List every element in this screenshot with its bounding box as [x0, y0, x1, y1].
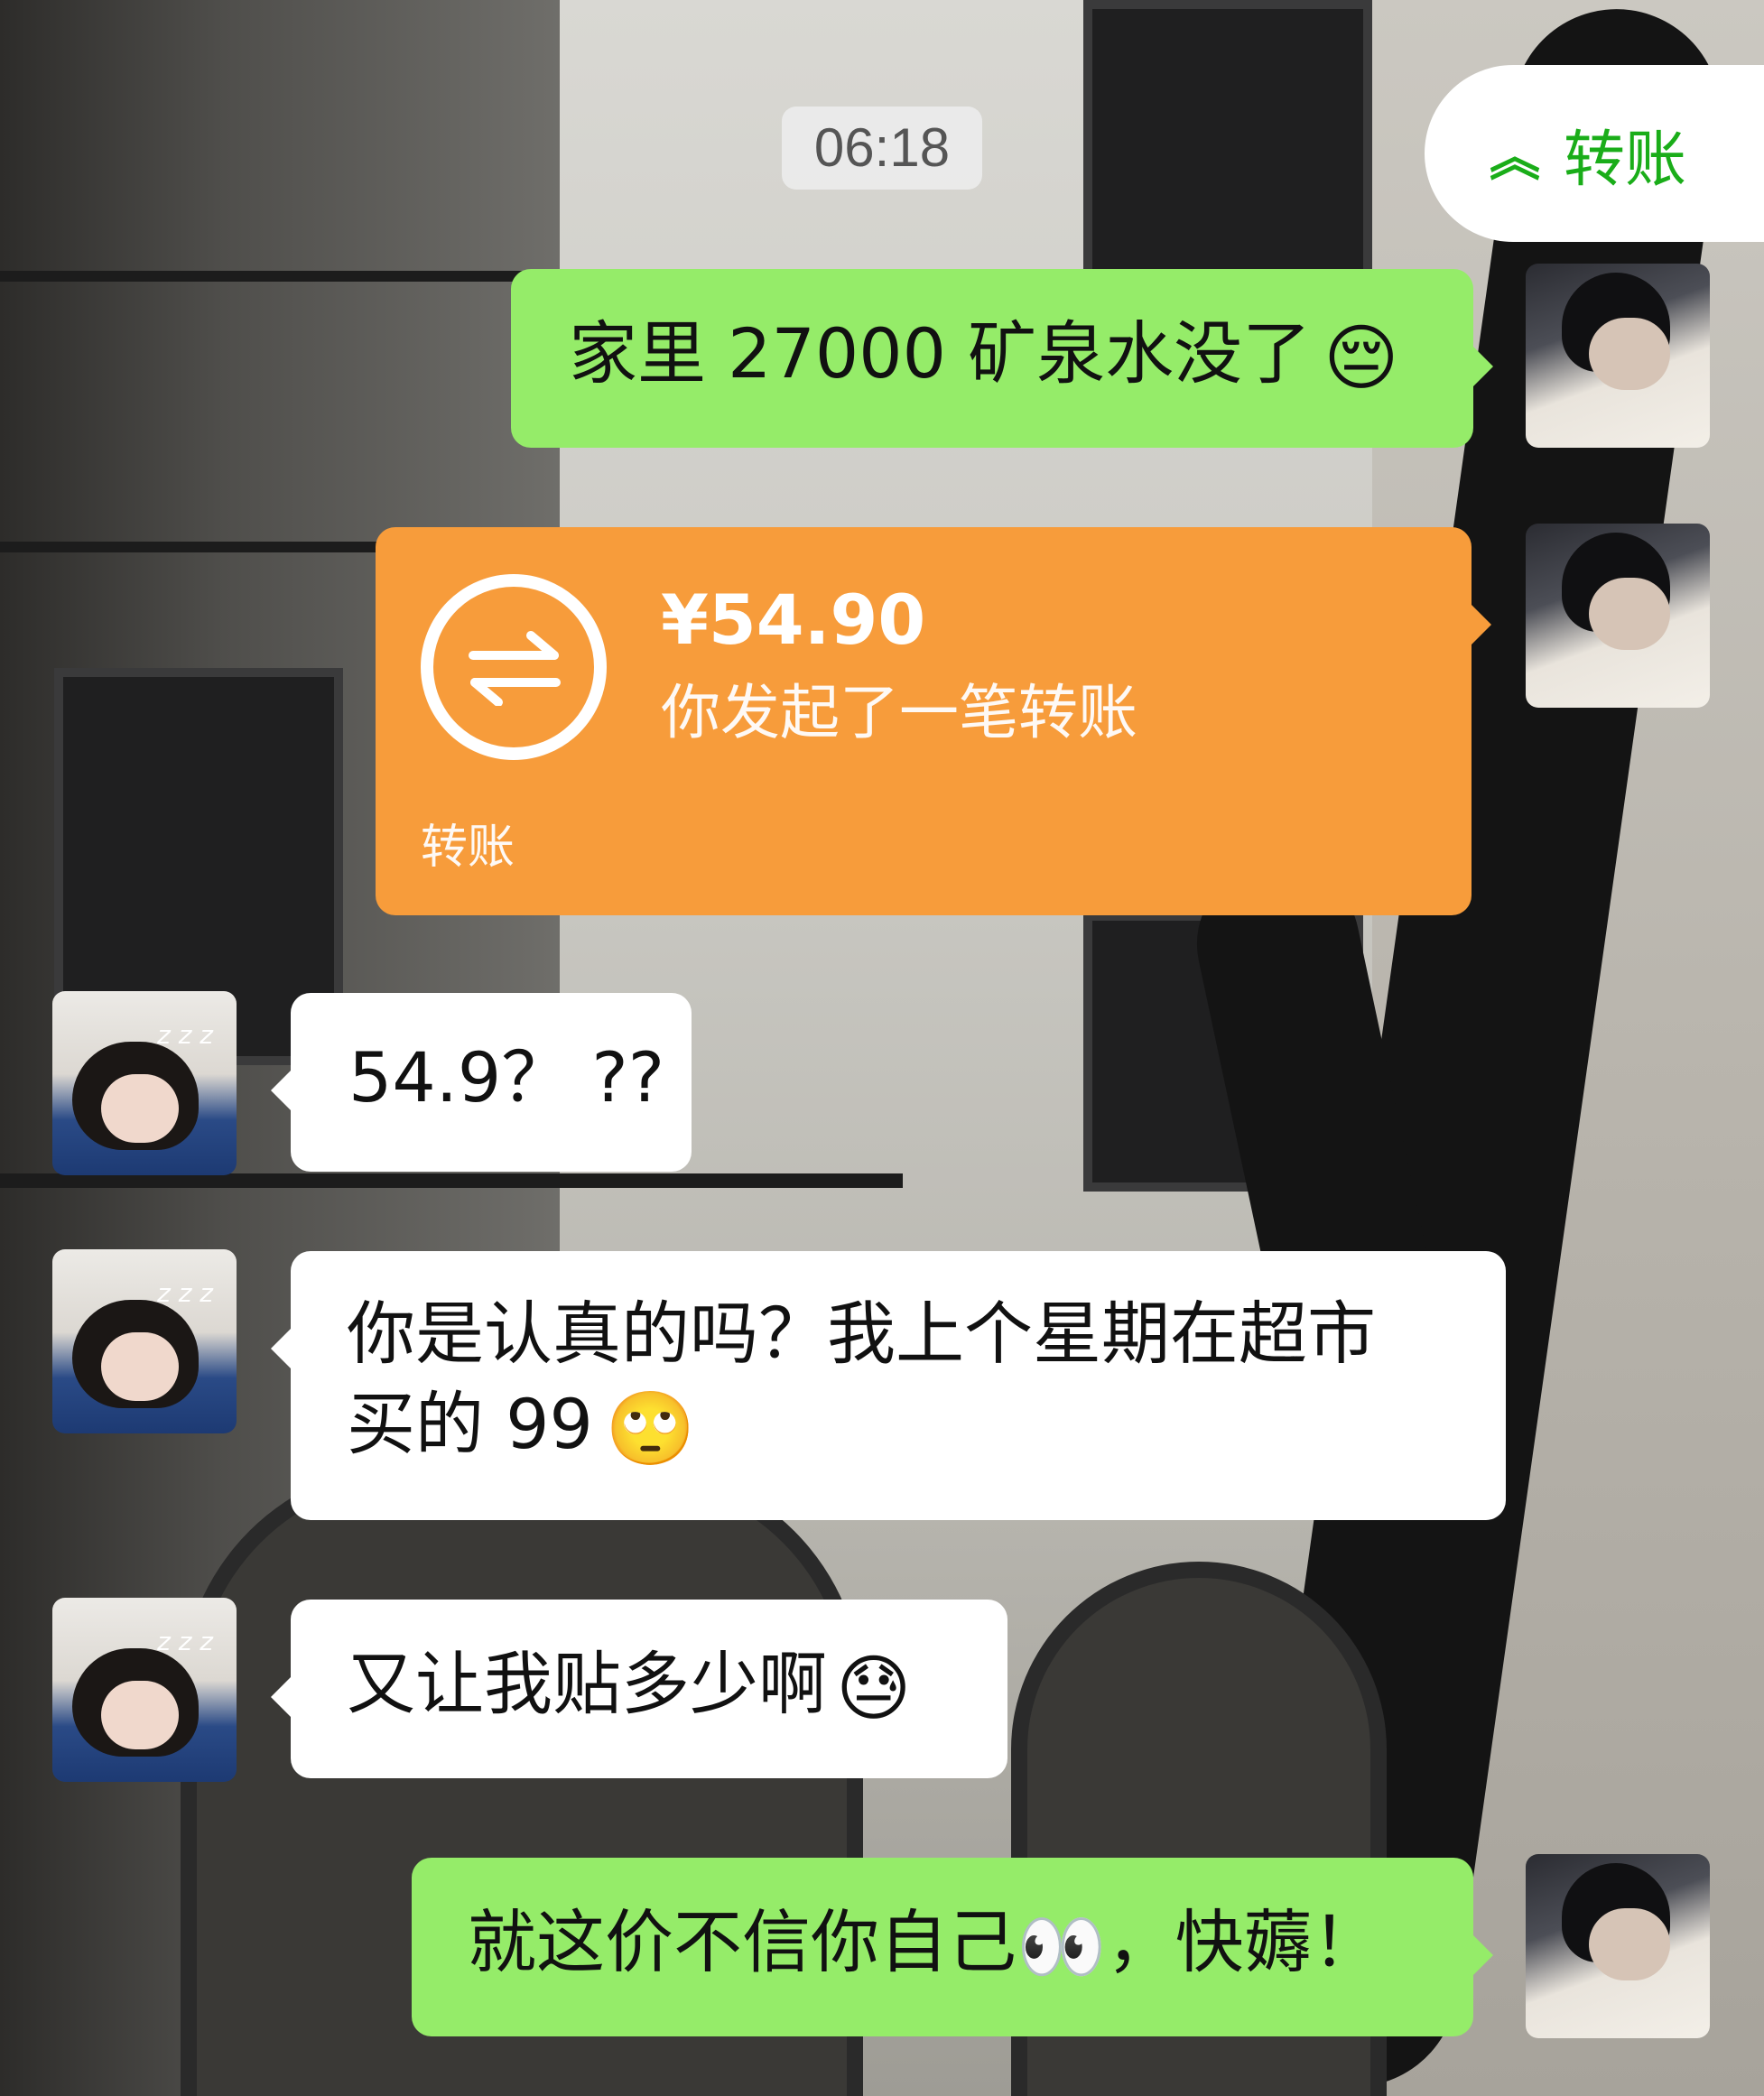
contact-avatar[interactable]: z z z	[52, 1598, 237, 1782]
transfer-shortcut-chip[interactable]: ︽ 转账	[1425, 65, 1764, 242]
eyes-emoji: 👀	[1017, 1905, 1107, 1989]
message-text: 就这价不信你自己	[468, 1902, 1017, 1982]
chevron-up-double-icon: ︽	[1490, 128, 1540, 188]
message-bubble-outgoing[interactable]: 家里 27000 矿泉水没了 😔	[511, 269, 1493, 448]
message-bubble-incoming[interactable]: 又让我贴多少啊 😓	[271, 1600, 1007, 1778]
transfer-arrows-icon	[421, 574, 607, 760]
transfer-description: 你发起了一笔转账	[661, 678, 1137, 747]
message-text: 54.9？ ??	[348, 1037, 665, 1118]
transfer-card[interactable]: ¥54.90 你发起了一笔转账 转账	[376, 527, 1491, 915]
my-avatar[interactable]	[1526, 1854, 1710, 2038]
message-bubble-incoming[interactable]: 你是认真的吗？我上个星期在超市 买的 99 🙄	[271, 1251, 1506, 1520]
transfer-card-label: 转账	[421, 821, 515, 875]
message-bubble-incoming[interactable]: 54.9？ ??	[271, 993, 692, 1172]
sweat-face-emoji: 😓	[836, 1646, 912, 1730]
message-bubble-outgoing[interactable]: 就这价不信你自己👀，快薅！	[412, 1858, 1493, 2036]
my-avatar[interactable]	[1526, 524, 1710, 708]
transfer-shortcut-label: 转账	[1564, 124, 1687, 196]
message-text: 又让我贴多少啊	[347, 1644, 827, 1724]
time-divider: 06:18	[782, 107, 982, 190]
sleep-zzz-badge: z z z	[157, 1278, 213, 1308]
message-text: ，快薅！	[1106, 1902, 1381, 1982]
transfer-amount: ¥54.90	[661, 580, 926, 660]
my-avatar[interactable]	[1526, 264, 1710, 448]
contact-avatar[interactable]: z z z	[52, 991, 237, 1175]
eye-roll-emoji: 🙄	[605, 1387, 696, 1470]
sleep-zzz-badge: z z z	[157, 1020, 213, 1050]
sleep-zzz-badge: z z z	[157, 1627, 213, 1656]
pensive-face-emoji: 😔	[1323, 316, 1399, 400]
message-text-line: 买的 99	[347, 1384, 593, 1464]
message-text-line: 你是认真的吗？我上个星期在超市	[347, 1294, 1376, 1374]
contact-avatar[interactable]: z z z	[52, 1249, 237, 1433]
message-text: 家里 27000 矿泉水没了	[569, 313, 1312, 394]
